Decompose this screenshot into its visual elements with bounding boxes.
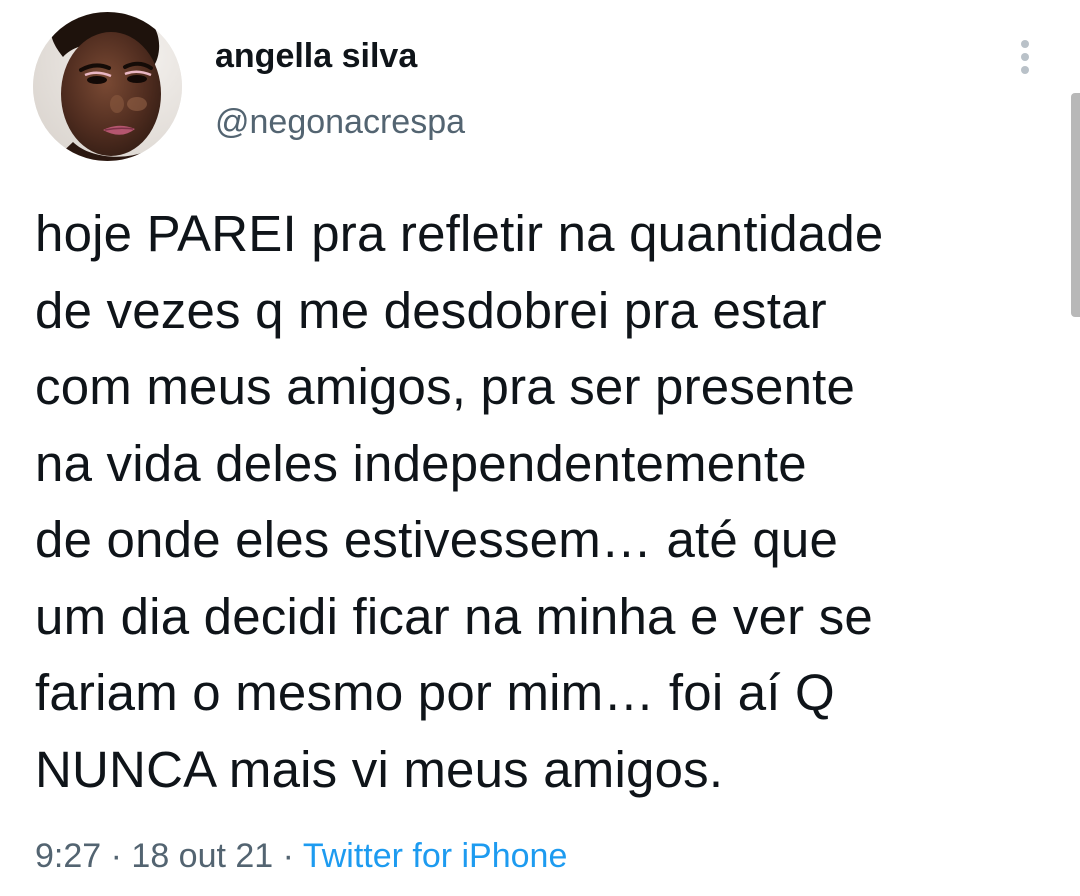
avatar[interactable] (33, 12, 182, 161)
profile-photo (33, 12, 182, 161)
author-handle[interactable]: @negonacrespa (215, 102, 465, 142)
meta-separator: · (273, 837, 303, 875)
tweet-text: hoje PAREI pra refletir na quantidade de… (35, 205, 884, 798)
tweet-source-link[interactable]: Twitter for iPhone (303, 837, 568, 875)
more-vertical-icon[interactable] (1008, 34, 1042, 80)
more-dot (1021, 53, 1029, 61)
more-dot (1021, 66, 1029, 74)
more-dot (1021, 40, 1029, 48)
tweet-metadata: 9:27 · 18 out 21 · Twitter for iPhone (35, 836, 567, 876)
author-display-name[interactable]: angella silva (215, 36, 417, 76)
tweet-date[interactable]: 18 out 21 (131, 837, 273, 875)
tweet-card: angella silva @negonacrespa hoje PAREI p… (0, 0, 1080, 896)
tweet-time[interactable]: 9:27 (35, 837, 101, 875)
meta-separator: · (101, 837, 132, 875)
scrollbar[interactable] (1071, 93, 1080, 317)
